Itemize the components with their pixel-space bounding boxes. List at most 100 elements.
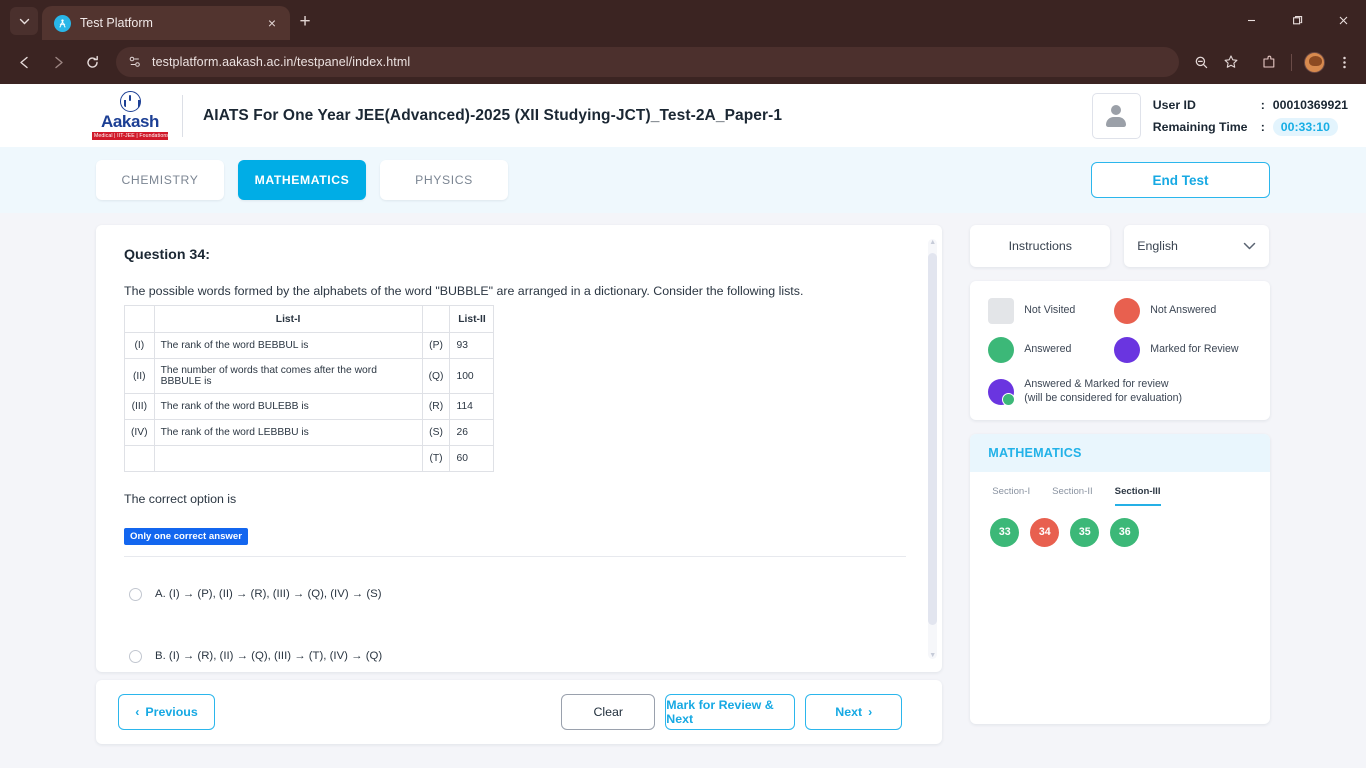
legend-not-visited: Not Visited <box>988 298 1114 324</box>
tab-search-icon[interactable] <box>10 7 38 35</box>
row-letter: (R) <box>421 393 451 420</box>
legend-answered-label: Answered <box>1024 343 1072 356</box>
section-tab-3[interactable]: Section-III <box>1114 486 1161 506</box>
question-chip-35[interactable]: 35 <box>1070 517 1100 547</box>
scroll-down-arrow-icon[interactable]: ▼ <box>928 652 937 659</box>
question-chip-34[interactable]: 34 <box>1030 517 1060 547</box>
question-chip-33[interactable]: 33 <box>990 517 1020 547</box>
maximize-window-button[interactable] <box>1274 0 1320 40</box>
user-id-row: User ID : 00010369921 <box>1153 94 1348 116</box>
chevron-right-icon: › <box>868 705 873 719</box>
aakash-logo: Aakash Medical | IIT-JEE | Foundations <box>92 91 203 140</box>
user-avatar <box>1091 92 1141 139</box>
answered-swatch-icon <box>988 337 1015 363</box>
close-tab-icon[interactable]: × <box>262 15 282 31</box>
logo-tagline: Medical | IIT-JEE | Foundations <box>92 131 169 140</box>
question-prompt: The correct option is <box>124 492 237 506</box>
url-text: testplatform.aakash.ac.in/testpanel/inde… <box>152 55 411 69</box>
radio-option-a[interactable] <box>129 587 142 601</box>
row-letter: (T) <box>421 445 451 472</box>
panel-top-controls: Instructions English <box>970 225 1270 267</box>
th-blank-mid <box>421 305 451 333</box>
back-icon[interactable] <box>8 46 40 78</box>
row-list2-value: 60 <box>449 445 495 472</box>
table-row: (T) 60 <box>124 445 495 472</box>
close-window-button[interactable] <box>1320 0 1366 40</box>
site-settings-icon[interactable] <box>126 54 143 71</box>
question-scroll-area: Question 34: The possible words formed b… <box>96 225 924 672</box>
bookmark-star-icon[interactable] <box>1217 48 1245 76</box>
scroll-up-arrow-icon[interactable]: ▲ <box>928 239 937 246</box>
header-divider <box>182 94 183 137</box>
question-scrollbar[interactable]: ▲ ▼ <box>928 239 938 659</box>
aakash-logo-mark-icon <box>119 91 141 113</box>
instructions-button[interactable]: Instructions <box>970 225 1111 267</box>
minimize-window-button[interactable] <box>1228 0 1274 40</box>
person-icon <box>1103 103 1129 129</box>
only-one-correct-badge: Only one correct answer <box>124 528 248 545</box>
test-platform-app: Aakash Medical | IIT-JEE | Foundations A… <box>0 84 1366 768</box>
browser-menu-icon[interactable] <box>1330 48 1358 76</box>
right-panel: Instructions English Not Visited Not Ans… <box>970 225 1270 744</box>
legend-marked-label: Marked for Review <box>1150 343 1239 356</box>
remaining-time-colon: : <box>1260 119 1265 134</box>
row-list2-value: 26 <box>449 419 495 446</box>
end-test-button[interactable]: End Test <box>1091 162 1270 198</box>
option-b-label: B. (I) → (R), (II) → (Q), (III) → (T), (… <box>155 650 383 662</box>
clear-button[interactable]: Clear <box>561 694 656 730</box>
section-tabs: Section-I Section-II Section-III <box>970 472 1270 506</box>
forward-icon[interactable] <box>42 46 74 78</box>
user-id-label: User ID <box>1152 97 1196 112</box>
tab-mathematics[interactable]: MATHEMATICS <box>238 160 366 200</box>
extensions-icon[interactable] <box>1255 48 1283 76</box>
row-list2-value: 114 <box>449 393 495 420</box>
profile-avatar[interactable] <box>1300 48 1328 76</box>
legend-not-visited-label: Not Visited <box>1024 304 1076 317</box>
section-tab-2[interactable]: Section-II <box>1052 486 1093 506</box>
question-chip-36[interactable]: 36 <box>1110 517 1140 547</box>
language-select[interactable]: English <box>1124 225 1270 267</box>
table-row: (II) The number of words that comes afte… <box>124 358 495 394</box>
option-b[interactable]: B. (I) → (R), (II) → (Q), (III) → (T), (… <box>124 631 924 672</box>
remaining-time-label: Remaining Time <box>1152 119 1248 134</box>
row-letter: (P) <box>421 332 451 359</box>
row-roman: (II) <box>124 358 155 394</box>
th-list-1: List-I <box>153 305 423 333</box>
next-button[interactable]: Next › <box>805 694 903 730</box>
next-button-label: Next <box>835 705 863 719</box>
tab-physics[interactable]: PHYSICS <box>380 160 508 200</box>
omnibox-bar: testplatform.aakash.ac.in/testpanel/inde… <box>0 40 1366 84</box>
zoom-out-icon[interactable] <box>1187 48 1215 76</box>
row-letter: (S) <box>421 419 451 446</box>
reload-icon[interactable] <box>76 46 108 78</box>
mark-for-review-next-button[interactable]: Mark for Review & Next <box>665 694 796 730</box>
scrollbar-thumb[interactable] <box>928 253 938 625</box>
question-navigator-card: MATHEMATICS Section-I Section-II Section… <box>970 433 1270 724</box>
option-a[interactable]: A. (I) → (P), (II) → (R), (III) → (Q), (… <box>124 569 924 619</box>
question-number-title: Question 34: <box>124 247 210 263</box>
new-tab-button[interactable]: + <box>290 11 320 33</box>
remaining-time-row: Remaining Time : 00:33:10 <box>1153 116 1348 138</box>
not-answered-swatch-icon <box>1114 298 1141 324</box>
tab-chemistry[interactable]: CHEMISTRY <box>96 160 224 200</box>
row-roman <box>124 445 155 472</box>
radio-option-b[interactable] <box>129 649 142 663</box>
user-id-value: 00010369921 <box>1272 97 1348 112</box>
omnibox-actions <box>1187 48 1358 76</box>
th-list-2: List-II <box>449 305 495 333</box>
th-blank-left <box>124 305 155 333</box>
toolbar-divider <box>1291 53 1292 71</box>
main-body: Question 34: The possible words formed b… <box>0 213 1366 744</box>
section-tab-1[interactable]: Section-I <box>992 486 1030 506</box>
user-info-block: User ID : 00010369921 Remaining Time : 0… <box>1091 84 1348 147</box>
previous-button[interactable]: ‹ Previous <box>118 694 215 730</box>
not-visited-swatch-icon <box>988 298 1015 324</box>
address-bar[interactable]: testplatform.aakash.ac.in/testpanel/inde… <box>116 47 1179 77</box>
table-row: (IV) The rank of the word LEBBBU is (S) … <box>124 419 495 446</box>
row-list1-text <box>153 445 423 472</box>
logo-wordmark: Aakash <box>100 112 160 132</box>
test-title: AIATS For One Year JEE(Advanced)-2025 (X… <box>203 106 783 124</box>
question-card: Question 34: The possible words formed b… <box>96 225 943 672</box>
row-list2-value: 93 <box>449 332 495 359</box>
browser-tab[interactable]: Test Platform × <box>42 6 290 40</box>
